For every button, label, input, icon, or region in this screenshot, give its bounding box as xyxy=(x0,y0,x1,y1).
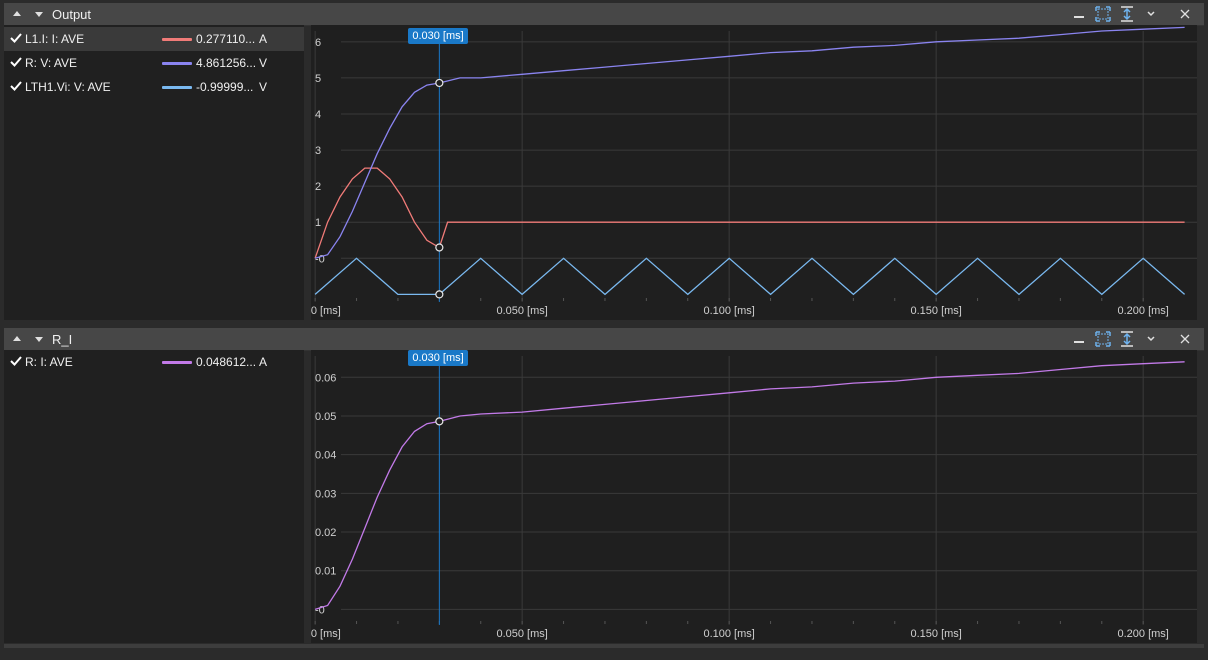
x-tick-label: 0.000 [ms] xyxy=(311,305,341,317)
legend-item[interactable]: R: I: AVE 0.048612... A xyxy=(4,350,304,374)
legend-name: LTH1.Vi: V: AVE xyxy=(25,80,111,94)
collapse-down-icon[interactable] xyxy=(35,12,43,17)
checkbox-checked-icon[interactable] xyxy=(10,355,22,367)
legend-swatch xyxy=(162,62,192,65)
y-tick-label: 0.01 xyxy=(315,566,336,578)
checkbox-checked-icon[interactable] xyxy=(10,56,22,68)
output-chart[interactable]: 0.000 [ms] 0.050 [ms] 0.100 [ms] 0.150 [ms]… xyxy=(311,25,1197,320)
close-icon[interactable] xyxy=(1176,5,1194,23)
legend-swatch xyxy=(162,361,192,364)
cursor-marker xyxy=(435,290,444,299)
r-i-titlebar: R_I xyxy=(4,328,1204,351)
series-line-3 xyxy=(314,257,1186,296)
horizontal-scrollbar[interactable] xyxy=(4,644,1204,648)
legend-value: -0.99999... xyxy=(196,80,254,94)
x-tick-label: 0.150 [ms] xyxy=(910,305,961,317)
checkbox-checked-icon[interactable] xyxy=(10,32,22,44)
y-tick-label: 6 xyxy=(315,37,321,49)
fit-view-icon[interactable] xyxy=(1094,330,1112,348)
r-i-chart[interactable]: 0.000 [ms] 0.050 [ms] 0.100 [ms] 0.150 [ms]… xyxy=(311,350,1197,643)
x-tick-label: 0.050 [ms] xyxy=(496,628,547,640)
legend-unit: A xyxy=(259,32,268,46)
fit-vertical-icon[interactable] xyxy=(1118,5,1136,23)
series-line-1 xyxy=(314,167,1185,259)
legend-name: L1.I: I: AVE xyxy=(25,32,85,46)
output-titlebar: Output xyxy=(4,3,1204,26)
x-tick-label: 0.150 [ms] xyxy=(910,628,961,640)
fit-view-icon[interactable] xyxy=(1094,5,1112,23)
x-tick-label: 0.050 [ms] xyxy=(496,305,547,317)
legend-value: 0.277110... xyxy=(196,32,256,46)
y-tick-label: 0.04 xyxy=(315,450,336,462)
cursor-marker xyxy=(435,417,444,426)
legend-name: R: V: AVE xyxy=(25,56,78,70)
legend-value: 0.048612... xyxy=(196,355,257,369)
legend-swatch xyxy=(162,38,192,41)
series-line-1 xyxy=(314,361,1185,611)
legend-unit: V xyxy=(259,80,268,94)
y-tick-label: 0.06 xyxy=(315,372,336,384)
legend-unit: A xyxy=(259,355,268,369)
y-tick-label: 2 xyxy=(315,181,321,193)
legend-name: R: I: AVE xyxy=(25,355,73,369)
cursor-marker xyxy=(435,243,444,252)
panel-title: Output xyxy=(52,7,92,22)
x-tick-label: 0.200 [ms] xyxy=(1117,305,1168,317)
cursor-time-label[interactable]: 0.030 [ms] xyxy=(408,350,468,366)
legend-swatch xyxy=(162,86,192,89)
r-i-plot-area[interactable]: 0.000 [ms] 0.050 [ms] 0.100 [ms] 0.150 [ms]… xyxy=(311,350,1197,643)
y-tick-label: 1 xyxy=(315,217,321,229)
output-panel: Output L1.I: I: AVE 0.277110... A R: V: … xyxy=(0,3,1208,321)
output-legend: L1.I: I: AVE 0.277110... A R: V: AVE 4.8… xyxy=(4,25,304,320)
chevron-down-icon[interactable] xyxy=(1142,330,1160,348)
y-tick-label: 4 xyxy=(315,109,321,121)
minimize-icon[interactable] xyxy=(1070,5,1088,23)
x-tick-label: 0.100 [ms] xyxy=(703,305,754,317)
output-plot-area[interactable]: 0.000 [ms] 0.050 [ms] 0.100 [ms] 0.150 [ms]… xyxy=(311,25,1197,320)
collapse-down-icon[interactable] xyxy=(35,337,43,342)
x-tick-label: 0.100 [ms] xyxy=(703,628,754,640)
fit-vertical-icon[interactable] xyxy=(1118,330,1136,348)
y-tick-label: 0.02 xyxy=(315,527,336,539)
cursor-time-label[interactable]: 0.030 [ms] xyxy=(408,28,468,44)
y-tick-label: 3 xyxy=(315,145,321,157)
collapse-up-icon[interactable] xyxy=(13,336,21,341)
legend-unit: V xyxy=(259,56,268,70)
panel-title: R_I xyxy=(52,332,73,347)
legend-item[interactable]: LTH1.Vi: V: AVE -0.99999... V xyxy=(4,75,304,99)
close-icon[interactable] xyxy=(1176,330,1194,348)
x-tick-label: 0.000 [ms] xyxy=(311,628,341,640)
r-i-legend: R: I: AVE 0.048612... A xyxy=(4,350,304,643)
x-tick-label: 0.200 [ms] xyxy=(1117,628,1168,640)
chevron-down-icon[interactable] xyxy=(1142,5,1160,23)
checkbox-checked-icon[interactable] xyxy=(10,80,22,92)
collapse-up-icon[interactable] xyxy=(13,11,21,16)
series-line-2 xyxy=(314,26,1185,259)
legend-item[interactable]: R: V: AVE 4.861256... V xyxy=(4,51,304,75)
r-i-panel: R_I R: I: AVE 0.048612... A 0 [ms] 0.050… xyxy=(0,328,1208,650)
y-tick-label: 0.05 xyxy=(315,411,336,423)
cursor-marker xyxy=(435,78,444,88)
minimize-icon[interactable] xyxy=(1070,330,1088,348)
legend-value: 4.861256... xyxy=(196,56,257,70)
legend-item[interactable]: L1.I: I: AVE 0.277110... A xyxy=(4,27,304,51)
y-tick-label: 5 xyxy=(315,73,321,85)
y-tick-label: 0.03 xyxy=(315,488,336,500)
